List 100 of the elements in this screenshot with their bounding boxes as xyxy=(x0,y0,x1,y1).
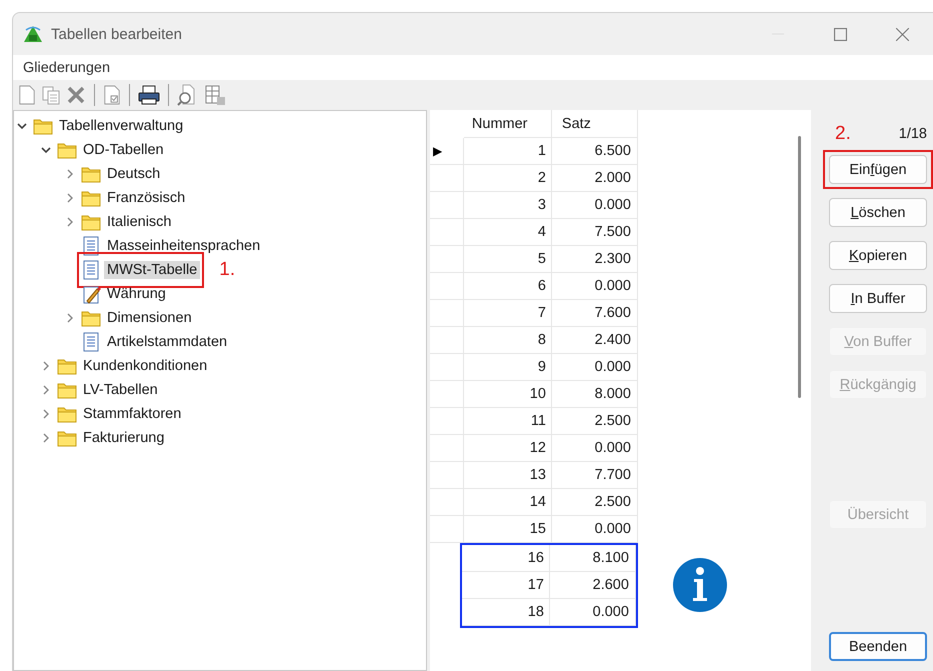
tree-item[interactable]: Währung xyxy=(104,285,169,303)
table-cell: 17 xyxy=(462,572,550,599)
folder-icon xyxy=(81,189,101,207)
table-cell: 5 xyxy=(464,246,552,273)
table-row[interactable]: 4 7.500 xyxy=(430,219,638,246)
table-cell: 7 xyxy=(464,300,552,327)
tree-item[interactable]: Stammfaktoren xyxy=(80,405,184,423)
folder-icon xyxy=(57,357,77,375)
document-icon xyxy=(81,260,101,280)
pencil-document-icon xyxy=(81,284,101,304)
table-cell: 12 xyxy=(464,435,552,462)
table-cell: 2.500 xyxy=(552,489,638,516)
tree-item[interactable]: Deutsch xyxy=(104,165,164,183)
tree-item[interactable]: Masseinheitensprachen xyxy=(104,237,264,255)
table-cell: 18 xyxy=(462,599,550,626)
table-cell: 7.600 xyxy=(552,300,638,327)
table-cell: 0.000 xyxy=(550,599,636,626)
table-export-icon[interactable] xyxy=(204,84,226,106)
table-row[interactable]: 16 8.100 xyxy=(462,545,636,572)
folder-icon xyxy=(33,117,53,135)
tree-item[interactable]: LV-Tabellen xyxy=(80,381,161,399)
table-row[interactable]: 3 0.000 xyxy=(430,192,638,219)
app-logo-icon xyxy=(23,25,43,43)
row-header[interactable]: ▶ xyxy=(430,138,464,165)
table-cell: 6.500 xyxy=(552,138,638,165)
table-cell: 14 xyxy=(464,489,552,516)
tree-item[interactable]: Kundenkonditionen xyxy=(80,357,210,375)
tree-item[interactable]: MWSt-Tabelle xyxy=(104,261,200,279)
table-row[interactable]: 18 0.000 xyxy=(462,599,636,626)
table-row[interactable]: 6 0.000 xyxy=(430,273,638,300)
table-cell: 2.300 xyxy=(552,246,638,273)
action-button[interactable]: Beenden xyxy=(829,632,927,661)
table-cell: 7.500 xyxy=(552,219,638,246)
table-cell: 3 xyxy=(464,192,552,219)
scrollbar-thumb[interactable] xyxy=(798,136,801,398)
table-row[interactable]: 14 2.500 xyxy=(430,489,638,516)
table-cell: 10 xyxy=(464,381,552,408)
table-row[interactable]: 5 2.300 xyxy=(430,246,638,273)
action-button[interactable]: Einfügen xyxy=(829,155,927,184)
table-cell: 0.000 xyxy=(552,435,638,462)
table-cell: 15 xyxy=(464,516,552,543)
copy-icon[interactable] xyxy=(41,85,61,105)
table-row[interactable]: 10 8.000 xyxy=(430,381,638,408)
tree-item[interactable]: Fakturierung xyxy=(80,429,168,447)
table-cell: 4 xyxy=(464,219,552,246)
table-row[interactable]: 17 2.600 xyxy=(462,572,636,599)
annotation-number: 2. xyxy=(835,123,851,145)
table-cell: 8.000 xyxy=(552,381,638,408)
table-row[interactable]: ▶ 1 6.500 xyxy=(430,138,638,165)
table-cell: 8.100 xyxy=(550,545,636,572)
tree-item[interactable]: Französisch xyxy=(104,189,188,207)
table-cell: 6 xyxy=(464,273,552,300)
table-cell: 2.500 xyxy=(552,408,638,435)
document-icon xyxy=(81,236,101,256)
table-cell: 16 xyxy=(462,545,550,572)
info-icon xyxy=(672,558,727,612)
table-cell: 9 xyxy=(464,354,552,381)
table-cell: 2.400 xyxy=(552,327,638,354)
folder-icon xyxy=(57,405,77,423)
document-check-icon[interactable] xyxy=(103,84,121,106)
tree-item[interactable]: Tabellenverwaltung xyxy=(56,117,186,135)
table-row[interactable]: 12 0.000 xyxy=(430,435,638,462)
table-row[interactable]: 2 2.000 xyxy=(430,165,638,192)
table-row[interactable]: 8 2.400 xyxy=(430,327,638,354)
document-icon xyxy=(81,332,101,352)
delete-icon[interactable] xyxy=(66,85,86,105)
table-cell: 11 xyxy=(464,408,552,435)
folder-icon xyxy=(81,309,101,327)
table-cell: 0.000 xyxy=(552,354,638,381)
tree-item[interactable]: Italienisch xyxy=(104,213,174,231)
folder-icon xyxy=(81,165,101,183)
action-button[interactable]: Kopieren xyxy=(829,241,927,270)
action-button[interactable]: Löschen xyxy=(829,198,927,227)
folder-icon xyxy=(81,213,101,231)
table-row[interactable]: 11 2.500 xyxy=(430,408,638,435)
folder-icon xyxy=(57,429,77,447)
table-row[interactable]: 15 0.000 xyxy=(430,516,638,543)
action-button[interactable]: In Buffer xyxy=(829,284,927,313)
column-header[interactable]: Satz xyxy=(552,110,638,138)
print-icon[interactable] xyxy=(138,85,160,105)
tree-item[interactable]: Dimensionen xyxy=(104,309,195,327)
tree-item[interactable]: OD-Tabellen xyxy=(80,141,167,159)
close-icon[interactable] xyxy=(896,28,908,40)
table-cell: 0.000 xyxy=(552,192,638,219)
annotation-number: 1. xyxy=(219,259,236,281)
record-counter: 1/18 xyxy=(898,126,927,142)
table-cell: 8 xyxy=(464,327,552,354)
tree-item[interactable]: Artikelstammdaten xyxy=(104,333,230,351)
new-document-icon[interactable] xyxy=(18,84,36,106)
column-header[interactable]: Nummer xyxy=(464,110,552,138)
table-cell: 0.000 xyxy=(552,273,638,300)
menu-item[interactable]: Gliederungen xyxy=(23,60,110,76)
window-title: Tabellen bearbeiten xyxy=(51,26,182,42)
table-cell: 1 xyxy=(464,138,552,165)
table-cell: 2.000 xyxy=(552,165,638,192)
maximize-icon[interactable] xyxy=(834,28,846,40)
folder-icon xyxy=(57,381,77,399)
table-row[interactable]: 9 0.000 xyxy=(430,354,638,381)
table-row[interactable]: 7 7.600 xyxy=(430,300,638,327)
table-row[interactable]: 13 7.700 xyxy=(430,462,638,489)
